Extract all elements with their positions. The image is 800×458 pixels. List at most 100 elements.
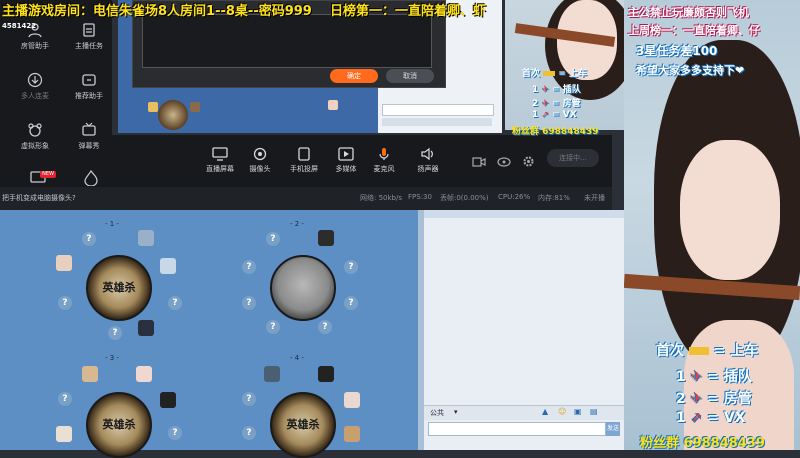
player-avatar bbox=[264, 366, 280, 382]
toolbar-label: 直播屏幕 bbox=[206, 165, 234, 173]
player-avatar bbox=[160, 258, 176, 274]
empty-seat[interactable]: ? bbox=[242, 260, 256, 274]
price-meaning: VX bbox=[562, 110, 577, 120]
send-button[interactable]: 发送 bbox=[606, 422, 620, 436]
confirm-button[interactable]: 确定 bbox=[330, 69, 378, 83]
connect-button[interactable]: 连接中... bbox=[547, 149, 599, 167]
empty-seat[interactable]: ? bbox=[242, 296, 256, 310]
preview-chat-input[interactable] bbox=[382, 104, 494, 116]
table-number: - 4 - bbox=[290, 354, 304, 362]
tool-label: 虚拟形象 bbox=[21, 142, 49, 150]
speaker-icon bbox=[421, 147, 433, 161]
task-icon bbox=[83, 23, 95, 37]
game-table-2[interactable] bbox=[270, 255, 336, 321]
bear-icon bbox=[28, 123, 42, 137]
price-qty: 2 bbox=[676, 391, 686, 407]
toolbar-label: 多媒体 bbox=[335, 165, 357, 173]
price-qty: 首次 bbox=[656, 343, 684, 359]
empty-seat[interactable]: ? bbox=[266, 232, 280, 246]
daily-rank-banner: 日榜第一：一直陪着卿、虾 bbox=[330, 4, 487, 19]
warning-icon[interactable]: ▲ bbox=[542, 407, 548, 416]
empty-seat[interactable]: ? bbox=[168, 296, 182, 310]
fans-group-small: 粉丝群 698848439 bbox=[512, 127, 599, 137]
preview-avatar bbox=[328, 100, 338, 110]
price-meaning: 房管 bbox=[723, 391, 752, 407]
media-icon bbox=[338, 147, 354, 161]
plane-icon: ✈ bbox=[690, 391, 703, 407]
game-table-1[interactable]: 英雄杀 bbox=[86, 255, 152, 321]
empty-seat[interactable]: ? bbox=[266, 320, 280, 334]
price-meaning: 上车 bbox=[730, 343, 759, 359]
tv-icon bbox=[82, 122, 96, 136]
tool-label: 推荐助手 bbox=[75, 92, 103, 100]
settings-gear-icon[interactable] bbox=[522, 153, 535, 172]
toolbar-screen[interactable]: 直播屏幕 bbox=[200, 147, 240, 174]
game-table-4[interactable]: 英雄杀 bbox=[270, 392, 336, 458]
tool-danmaku-show[interactable]: 弹幕秀 bbox=[64, 122, 114, 162]
chevron-down-icon[interactable]: ▾ bbox=[454, 408, 458, 416]
chat-channel-select[interactable]: 公共 bbox=[430, 408, 444, 418]
price-meaning: VX bbox=[723, 410, 746, 426]
tool-recommend[interactable]: 推荐助手 bbox=[64, 72, 114, 112]
preview-chat-toolbar bbox=[382, 118, 492, 126]
table-logo: 英雄杀 bbox=[102, 418, 136, 431]
game-table-3[interactable]: 英雄杀 bbox=[86, 392, 152, 458]
empty-seat[interactable]: ? bbox=[168, 426, 182, 440]
tool-multi-mic[interactable]: 多人连麦 bbox=[10, 72, 60, 112]
tool-anchor-task[interactable]: 主播任务 bbox=[64, 22, 114, 62]
empty-seat[interactable]: ? bbox=[58, 296, 72, 310]
tool-label: 房管助手 bbox=[21, 42, 49, 50]
eye-icon[interactable] bbox=[497, 153, 511, 172]
cancel-button[interactable]: 取消 bbox=[386, 69, 434, 83]
empty-seat[interactable]: ? bbox=[242, 392, 256, 406]
price-line-small: 1 ➚ = VX bbox=[532, 110, 577, 120]
streaming-tool-panel: 房管助手 主播任务 多人连麦 推荐助手 虚拟形象 弹幕秀 NEW bbox=[0, 0, 112, 200]
toolbar-camera[interactable]: 摄像头 bbox=[240, 147, 280, 174]
empty-seat[interactable]: ? bbox=[82, 232, 96, 246]
player-avatar bbox=[138, 320, 154, 336]
tool-virtual-avatar[interactable]: 虚拟形象 bbox=[10, 122, 60, 162]
empty-seat[interactable]: ? bbox=[108, 326, 122, 340]
table-logo: 英雄杀 bbox=[286, 418, 320, 431]
camera-icon bbox=[253, 147, 267, 161]
toolbar-media[interactable]: 多媒体 bbox=[326, 147, 366, 174]
toolbar-microphone[interactable]: 麦克风 bbox=[364, 147, 404, 174]
record-icon[interactable] bbox=[472, 153, 486, 172]
empty-seat[interactable]: ? bbox=[344, 296, 358, 310]
price-line: 2 ✈ = 房管 bbox=[676, 391, 752, 407]
stream-toolbar: 直播屏幕 摄像头 手机投屏 多媒体 麦克风 扬声器 连接中... bbox=[112, 135, 612, 187]
font-icon[interactable]: ▤ bbox=[590, 407, 598, 416]
picture-icon[interactable]: ▣ bbox=[574, 407, 582, 416]
screen-icon bbox=[212, 147, 228, 161]
player-avatar bbox=[56, 255, 72, 271]
empty-seat[interactable]: ? bbox=[58, 392, 72, 406]
dialog-content-area bbox=[142, 14, 432, 68]
rocket-icon: ➚ bbox=[541, 110, 549, 120]
room-chat-pane: 公共 ▾ ▲ ☺ ▣ ▤ 发送 bbox=[424, 210, 624, 450]
price-line: 首次 = 上车 bbox=[656, 343, 759, 359]
player-avatar bbox=[344, 392, 360, 408]
chat-input[interactable] bbox=[428, 422, 606, 436]
player-avatar bbox=[136, 366, 152, 382]
rocket-icon: ➚ bbox=[690, 410, 703, 426]
toolbar-label: 麦克风 bbox=[373, 165, 395, 173]
preview-table-ring bbox=[158, 100, 188, 130]
player-avatar bbox=[344, 426, 360, 442]
emoji-icon[interactable]: ☺ bbox=[558, 407, 566, 416]
tool-label: 弹幕秀 bbox=[78, 142, 100, 150]
empty-seat[interactable]: ? bbox=[242, 426, 256, 440]
tool-label: 主播任务 bbox=[75, 42, 103, 50]
fans-group: 粉丝群 698848439 bbox=[640, 436, 765, 451]
toolbar-speaker[interactable]: 扬声器 bbox=[408, 147, 448, 174]
price-meaning: 插队 bbox=[723, 369, 752, 385]
phone-camera-hint[interactable]: 把手机变成电脑摄像头? bbox=[2, 193, 76, 203]
face-shape bbox=[680, 140, 780, 280]
empty-seat[interactable]: ? bbox=[318, 320, 332, 334]
recommend-icon bbox=[82, 74, 96, 86]
toolbar-phone-cast[interactable]: 手机投屏 bbox=[284, 147, 324, 174]
price-qty: 1 bbox=[532, 85, 539, 95]
toolbar-label: 手机投屏 bbox=[290, 165, 318, 173]
empty-seat[interactable]: ? bbox=[344, 260, 358, 274]
live-status: 未开播 bbox=[584, 194, 605, 202]
table-number: - 1 - bbox=[105, 220, 119, 228]
